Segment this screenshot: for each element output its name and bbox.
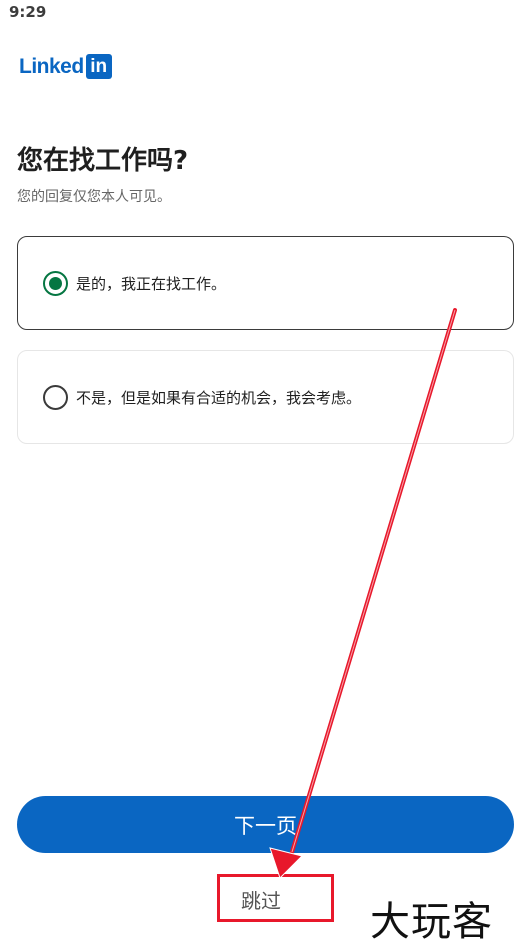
annotation-arrow xyxy=(269,308,457,879)
watermark: 大玩客 xyxy=(370,899,493,945)
